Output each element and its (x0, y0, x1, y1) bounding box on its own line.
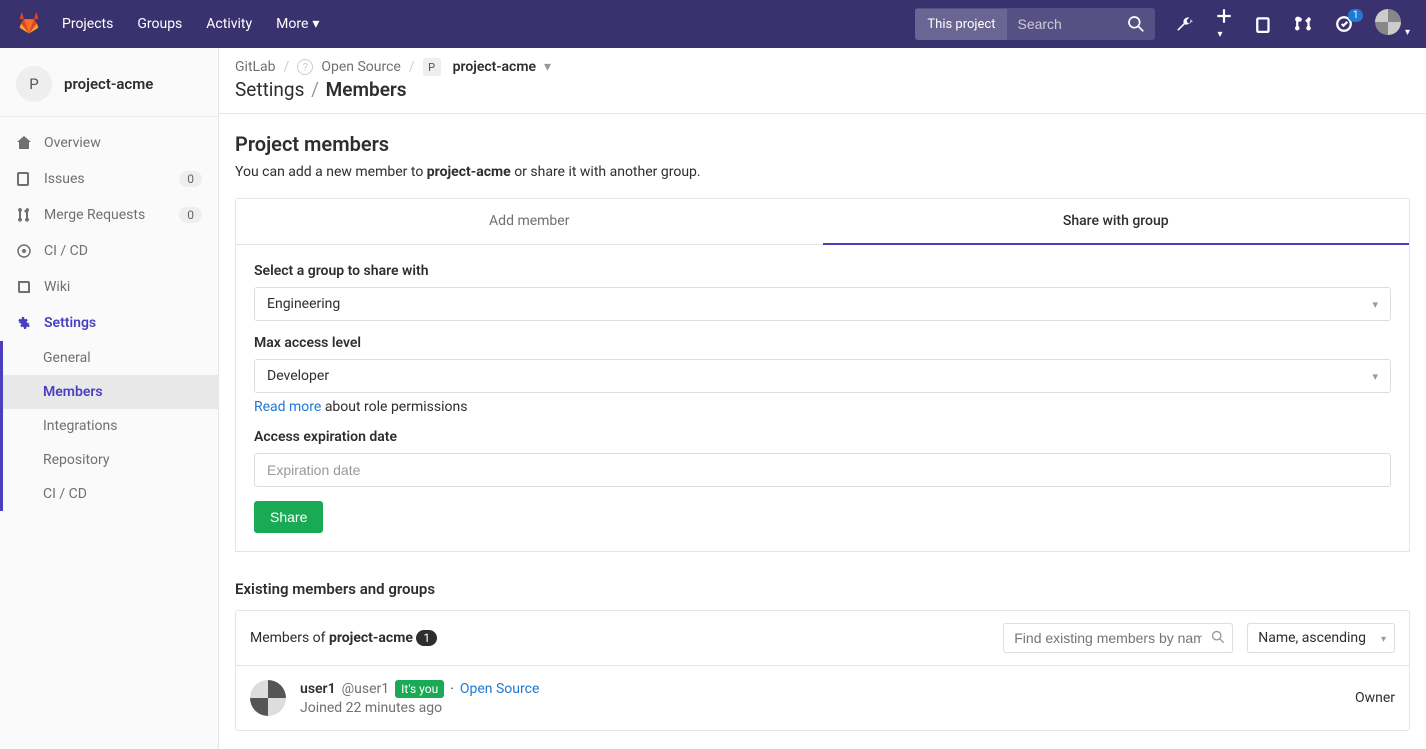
bc-group[interactable]: Open Source (321, 59, 401, 75)
project-name: project-acme (64, 75, 153, 93)
sidebar-item-issues[interactable]: Issues0 (0, 161, 218, 197)
plus-icon[interactable]: ▾ (1215, 7, 1233, 41)
sidebar-item-cicd[interactable]: CI / CD (0, 233, 218, 269)
settings-subnav: General Members Integrations Repository … (0, 341, 218, 511)
book-icon (16, 279, 32, 295)
top-navbar: Projects Groups Activity More ▾ This pro… (0, 0, 1426, 48)
subnav-repository[interactable]: Repository (3, 443, 218, 477)
bc-page: Members (326, 78, 407, 101)
sidebar: P project-acme Overview Issues0 Merge Re… (0, 48, 219, 749)
issues-icon[interactable] (1255, 15, 1273, 33)
main-content: GitLab / ? Open Source / P project-acme … (219, 48, 1426, 749)
global-search: This project (915, 8, 1155, 40)
search-scope[interactable]: This project (915, 9, 1007, 40)
members-panel: Members of project-acme 1 Name, ascendin… (235, 610, 1410, 731)
select-group[interactable]: Engineering▾ (254, 287, 1391, 321)
tabs: Add member Share with group (235, 198, 1410, 245)
chevron-down-icon: ▾ (1372, 298, 1378, 311)
user-menu[interactable]: ▾ (1375, 9, 1410, 39)
nav-activity[interactable]: Activity (206, 16, 252, 32)
sidebar-item-settings[interactable]: Settings (0, 305, 218, 341)
mr-count: 0 (179, 207, 202, 223)
topnav-links: Projects Groups Activity More ▾ (62, 16, 319, 32)
role-permissions-hint: Read more about role permissions (254, 399, 1391, 415)
merge-requests-icon[interactable] (1295, 15, 1313, 33)
panel-title: Members of project-acme 1 (250, 630, 997, 646)
nav-groups[interactable]: Groups (137, 16, 182, 32)
members-panel-header: Members of project-acme 1 Name, ascendin… (236, 611, 1409, 666)
issues-count: 0 (179, 171, 202, 187)
label-expiration: Access expiration date (254, 429, 1391, 445)
member-role: Owner (1355, 690, 1395, 706)
chevron-down-icon[interactable]: ▾ (544, 59, 551, 75)
search-icon[interactable] (1117, 9, 1155, 39)
members-count-badge: 1 (416, 630, 437, 646)
bc-project[interactable]: project-acme (453, 59, 536, 75)
share-form: Select a group to share with Engineering… (235, 245, 1410, 552)
todos-badge: 1 (1348, 9, 1364, 22)
chevron-down-icon: ▾ (1381, 634, 1386, 645)
chevron-down-icon: ▾ (1217, 29, 1222, 40)
nav-projects[interactable]: Projects (62, 16, 113, 32)
member-row: user1 @user1 It's you · Open Source Join… (236, 666, 1409, 730)
label-select-group: Select a group to share with (254, 263, 1391, 279)
sidebar-item-wiki[interactable]: Wiki (0, 269, 218, 305)
chevron-down-icon: ▾ (1405, 27, 1410, 38)
rocket-icon (16, 243, 32, 259)
existing-heading: Existing members and groups (235, 580, 1410, 598)
gitlab-logo-icon[interactable] (16, 9, 62, 39)
page-breadcrumb: Settings / Members (219, 76, 1426, 114)
page-title: Project members (235, 132, 1410, 156)
chevron-down-icon: ▾ (312, 16, 319, 32)
input-expiration-date[interactable] (254, 453, 1391, 487)
sidebar-project-header[interactable]: P project-acme (0, 58, 218, 117)
group-visibility-icon: ? (297, 59, 313, 75)
subnav-cicd[interactable]: CI / CD (3, 477, 218, 511)
chevron-down-icon: ▾ (1372, 370, 1378, 383)
sidebar-item-merge-requests[interactable]: Merge Requests0 (0, 197, 218, 233)
gear-icon (16, 315, 32, 331)
tab-share-group[interactable]: Share with group (823, 199, 1410, 245)
home-icon (16, 135, 32, 151)
search-icon[interactable] (1211, 630, 1225, 648)
issues-icon (16, 171, 32, 187)
subnav-general[interactable]: General (3, 341, 218, 375)
search-input[interactable] (1007, 8, 1117, 40)
member-name[interactable]: user1 (300, 681, 336, 697)
subnav-integrations[interactable]: Integrations (3, 409, 218, 443)
member-avatar[interactable] (250, 680, 286, 716)
page-subtitle: You can add a new member to project-acme… (235, 164, 1410, 180)
tab-add-member[interactable]: Add member (236, 199, 823, 244)
breadcrumbs: GitLab / ? Open Source / P project-acme … (219, 48, 1426, 76)
read-more-link[interactable]: Read more (254, 399, 321, 415)
nav-more[interactable]: More ▾ (276, 16, 319, 32)
member-group-link[interactable]: Open Source (460, 681, 540, 697)
project-avatar: P (16, 66, 52, 102)
select-access-level[interactable]: Developer▾ (254, 359, 1391, 393)
top-icons: ▾ 1 ▾ (1175, 7, 1410, 41)
its-you-badge: It's you (395, 680, 444, 698)
bc-project-avatar: P (423, 58, 441, 76)
todos-icon[interactable]: 1 (1335, 15, 1353, 33)
member-handle: @user1 (342, 681, 390, 697)
merge-icon (16, 207, 32, 223)
member-joined: Joined 22 minutes ago (300, 700, 1341, 716)
sidebar-item-overview[interactable]: Overview (0, 125, 218, 161)
share-button[interactable]: Share (254, 501, 323, 533)
subnav-members[interactable]: Members (3, 375, 218, 409)
bc-section[interactable]: Settings (235, 78, 304, 101)
bc-root[interactable]: GitLab (235, 59, 276, 75)
avatar-icon (1375, 9, 1401, 35)
search-members-input[interactable] (1003, 623, 1233, 653)
sort-select[interactable]: Name, ascending▾ (1247, 623, 1395, 653)
admin-wrench-icon[interactable] (1175, 15, 1193, 33)
label-access-level: Max access level (254, 335, 1391, 351)
